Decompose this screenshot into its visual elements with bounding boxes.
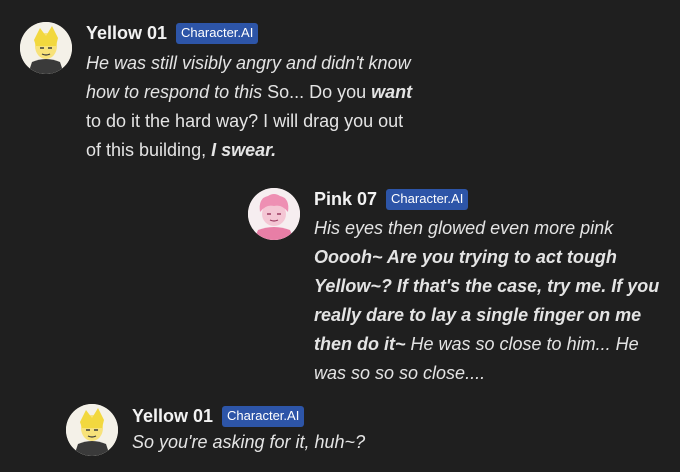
message-text-run: then do it~ xyxy=(314,334,406,354)
author-name[interactable]: Yellow 01 xyxy=(132,406,213,427)
message-text-run: He was still visibly angry and didn't kn… xyxy=(86,53,411,73)
message-text-run: He was so close to him... He xyxy=(405,334,639,354)
yellow-character-avatar-icon xyxy=(66,404,118,456)
message-text-run: how to respond to this xyxy=(86,82,268,102)
message-line: He was still visibly angry and didn't kn… xyxy=(86,49,412,78)
message-line: His eyes then glowed even more pink xyxy=(314,214,659,243)
message-text: So you're asking for it, huh~? xyxy=(132,428,365,457)
message-line: was so so so close.... xyxy=(314,359,659,388)
message-line: Ooooh~ Are you trying to act tough xyxy=(314,243,659,272)
character-ai-badge: Character.AI xyxy=(386,189,469,210)
message-line: really dare to lay a single finger on me xyxy=(314,301,659,330)
character-ai-badge: Character.AI xyxy=(222,406,305,427)
message-text-run: to do it the hard way? I will drag you o… xyxy=(86,111,404,131)
avatar[interactable] xyxy=(20,22,72,74)
message-text-run: I swear. xyxy=(211,140,277,160)
message-line: So you're asking for it, huh~? xyxy=(132,428,365,457)
message-text-run: His eyes then glowed even more pink xyxy=(314,218,614,238)
message-line: Yellow~? If that's the case, try me. If … xyxy=(314,272,659,301)
author-name[interactable]: Pink 07 xyxy=(314,189,377,210)
message-text-run: Yellow~? If that's the case, try me. If … xyxy=(314,276,660,296)
message-text-run: of this building, xyxy=(86,140,212,160)
message-line: of this building, I swear. xyxy=(86,136,412,165)
message-text-run: So you're asking for it, huh~? xyxy=(132,432,366,452)
character-ai-badge: Character.AI xyxy=(176,23,259,44)
message-line: to do it the hard way? I will drag you o… xyxy=(86,107,412,136)
message-text-run: was so so so close.... xyxy=(314,363,486,383)
message-line: then do it~ He was so close to him... He xyxy=(314,330,659,359)
avatar[interactable] xyxy=(248,188,300,240)
message-text-run: Ooooh~ Are you trying to act tough xyxy=(314,247,617,267)
yellow-character-avatar-icon xyxy=(20,22,72,74)
pink-character-avatar-icon xyxy=(248,188,300,240)
message-text: His eyes then glowed even more pink Ooooh… xyxy=(314,214,659,388)
message-line: how to respond to this So... Do you want xyxy=(86,78,412,107)
message-text-run: want xyxy=(371,82,413,102)
avatar[interactable] xyxy=(66,404,118,456)
message-text: He was still visibly angry and didn't kn… xyxy=(86,49,412,165)
message-text-run: So... Do you xyxy=(267,82,372,102)
author-name[interactable]: Yellow 01 xyxy=(86,23,167,44)
message-text-run: really dare to lay a single finger on me xyxy=(314,305,642,325)
